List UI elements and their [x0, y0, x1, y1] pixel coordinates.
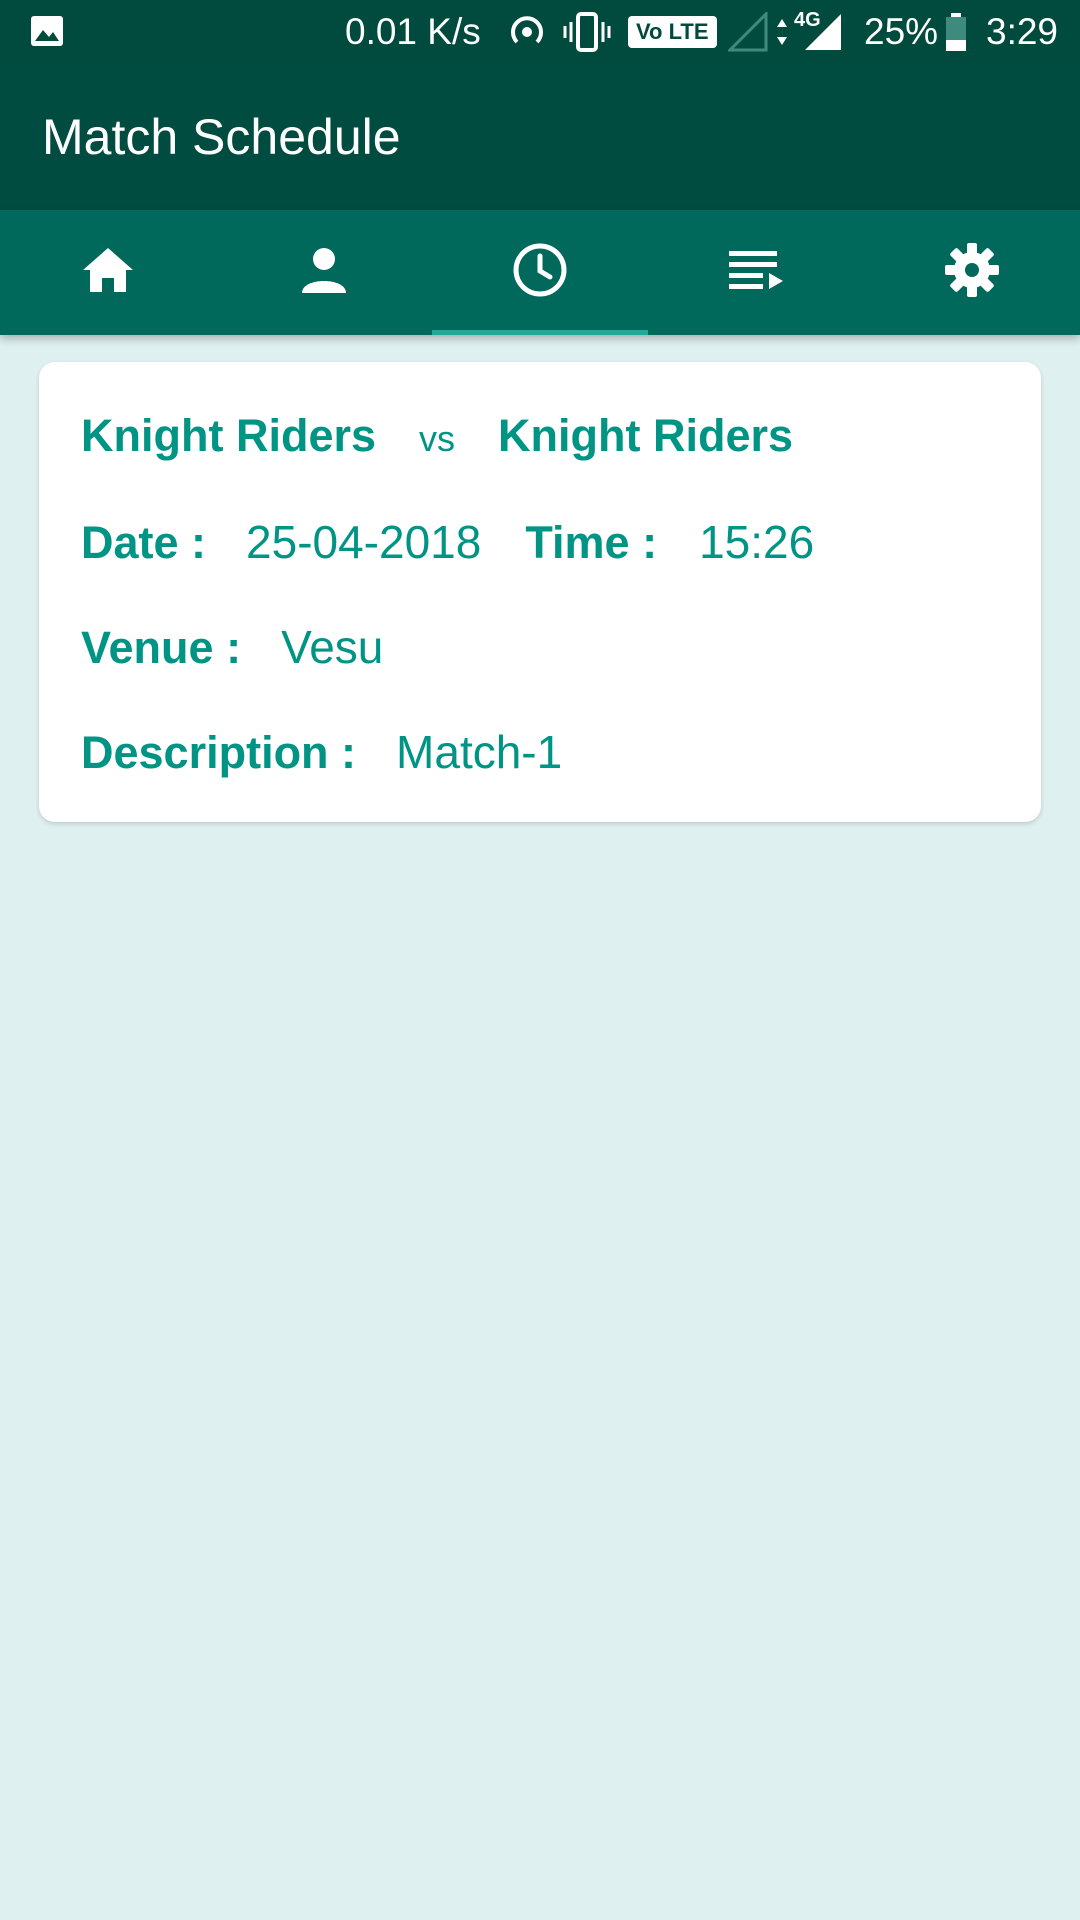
signal-empty-icon	[728, 0, 768, 64]
date-time-row: Date : 25-04-2018 Time : 15:26	[81, 515, 814, 569]
playlist-icon	[729, 249, 783, 296]
date-value: 25-04-2018	[246, 516, 482, 568]
time-value: 15:26	[699, 516, 815, 568]
teams-row: Knight Riders vs Knight Riders	[81, 410, 793, 462]
description-value: Match-1	[396, 726, 563, 778]
volte-icon: Vo LTE	[628, 0, 717, 64]
description-label: Description :	[81, 727, 357, 778]
battery-percent: 25%	[864, 11, 939, 52]
clock-icon	[511, 241, 569, 304]
home-icon	[81, 246, 135, 299]
vibrate-icon	[563, 0, 611, 64]
tab-playlist[interactable]	[648, 210, 864, 335]
hotspot-icon	[505, 0, 549, 64]
person-icon	[300, 247, 348, 298]
vs-label: vs	[419, 418, 456, 459]
venue-value: Vesu	[281, 621, 384, 673]
clock-time: 3:29	[986, 11, 1059, 52]
date-label: Date :	[81, 517, 207, 568]
status-bar: 0.01 K/s Vo LTE 4G 25% 3:29	[0, 0, 1080, 64]
venue-row: Venue : Vesu	[81, 620, 383, 674]
page-title: Match Schedule	[42, 109, 401, 165]
team1-name: Knight Riders	[81, 410, 377, 461]
signal-icon	[803, 0, 843, 64]
venue-label: Venue :	[81, 622, 242, 673]
description-row: Description : Match-1	[81, 725, 562, 779]
tab-schedule[interactable]	[432, 210, 648, 335]
time-label: Time :	[525, 517, 658, 568]
match-card[interactable]: Knight Riders vs Knight Riders Date : 25…	[39, 362, 1041, 822]
tab-home[interactable]	[0, 210, 216, 335]
tab-profile[interactable]	[216, 210, 432, 335]
network-speed: 0.01 K/s	[345, 11, 481, 52]
tab-settings[interactable]	[864, 210, 1080, 335]
app-bar: Match Schedule	[0, 64, 1080, 210]
data-arrows-icon	[775, 0, 789, 64]
team2-name: Knight Riders	[498, 410, 794, 461]
settings-icon	[944, 242, 1000, 303]
tab-bar	[0, 210, 1080, 335]
gallery-notification-icon	[30, 15, 64, 47]
battery-icon	[944, 0, 968, 64]
